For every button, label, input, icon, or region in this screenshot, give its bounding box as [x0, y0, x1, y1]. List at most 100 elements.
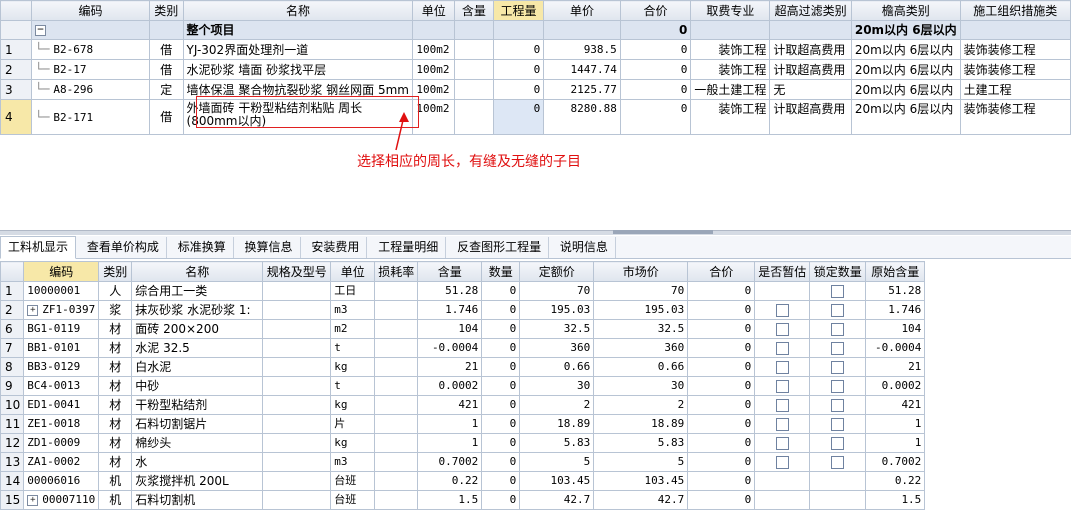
- resource-content[interactable]: 0.22: [417, 471, 483, 491]
- header-eave-category[interactable]: 檐高类别: [850, 0, 961, 21]
- checkbox[interactable]: [831, 380, 845, 393]
- resource-code[interactable]: ED1-0041: [23, 395, 100, 415]
- resource-content[interactable]: 51.28: [417, 281, 483, 301]
- panel-splitter[interactable]: [0, 230, 1071, 235]
- resource-category[interactable]: 材: [98, 395, 133, 415]
- resource-spec[interactable]: [262, 376, 332, 396]
- resource-loss[interactable]: [374, 319, 419, 339]
- tab-install-fee[interactable]: 安装费用: [304, 237, 368, 258]
- quota-category[interactable]: 借: [149, 59, 184, 80]
- expand-icon[interactable]: +: [27, 494, 39, 506]
- quota-code[interactable]: └─ A8-296: [31, 79, 150, 100]
- resource-loss[interactable]: [374, 357, 419, 377]
- lock-cell[interactable]: [809, 338, 867, 358]
- resource-name[interactable]: 棉纱头: [131, 433, 264, 453]
- resource-market-price[interactable]: 70: [593, 281, 689, 301]
- header-total[interactable]: 合价: [687, 261, 756, 282]
- resource-loss[interactable]: [374, 300, 419, 320]
- tab-material-display[interactable]: 工料机显示: [0, 236, 77, 259]
- resource-quantity[interactable]: 0: [481, 433, 521, 453]
- resource-spec[interactable]: [262, 319, 332, 339]
- quota-filter[interactable]: 计取超高费用: [769, 59, 852, 80]
- resource-content[interactable]: 1: [417, 433, 483, 453]
- resource-quantity[interactable]: 0: [481, 357, 521, 377]
- lock-cell[interactable]: [809, 281, 867, 301]
- estimate-cell[interactable]: [754, 281, 811, 301]
- resource-row[interactable]: 7 BB1-0101 材 水泥 32.5 t -0.0004 0 360 360…: [0, 338, 926, 358]
- resource-content[interactable]: 104: [417, 319, 483, 339]
- resource-code[interactable]: BB1-0101: [23, 338, 100, 358]
- quota-name[interactable]: YJ-302界面处理剂一道: [182, 39, 414, 60]
- resource-quantity[interactable]: 0: [481, 452, 521, 472]
- resource-category[interactable]: 机: [98, 490, 133, 510]
- header-market-price[interactable]: 市场价: [593, 261, 689, 282]
- resource-row[interactable]: 12 ZD1-0009 材 棉纱头 kg 1 0 5.83 5.83 0 1: [0, 433, 926, 453]
- resource-content[interactable]: 421: [417, 395, 483, 415]
- resource-code[interactable]: BG1-0119: [23, 319, 100, 339]
- checkbox[interactable]: [831, 437, 845, 450]
- header-rownum[interactable]: [0, 0, 33, 21]
- quota-content[interactable]: [454, 99, 494, 135]
- checkbox[interactable]: [831, 285, 845, 298]
- quota-row[interactable]: 3 └─ A8-296 定 墙体保温 聚合物抗裂砂浆 钢丝网面 5mm 100m…: [0, 79, 1071, 100]
- quota-category[interactable]: 定: [149, 79, 184, 100]
- estimate-cell[interactable]: [754, 490, 811, 510]
- estimate-cell[interactable]: [754, 414, 811, 434]
- resource-content[interactable]: -0.0004: [417, 338, 483, 358]
- quota-unit[interactable]: 100m2: [412, 59, 456, 80]
- checkbox[interactable]: [831, 304, 845, 317]
- lock-cell[interactable]: [809, 490, 867, 510]
- lock-cell[interactable]: [809, 471, 867, 491]
- resource-spec[interactable]: [262, 490, 332, 510]
- resource-quantity[interactable]: 0: [481, 300, 521, 320]
- quota-row[interactable]: 1 └─ B2-678 借 YJ-302界面处理剂一道 100m2 0 938.…: [0, 39, 1071, 60]
- estimate-cell[interactable]: [754, 471, 811, 491]
- header-rownum[interactable]: [0, 261, 25, 282]
- resource-market-price[interactable]: 5: [593, 452, 689, 472]
- quota-org[interactable]: 装饰装修工程: [959, 99, 1071, 135]
- splitter-handle[interactable]: [613, 230, 713, 234]
- lock-cell[interactable]: [809, 376, 867, 396]
- resource-category[interactable]: 材: [98, 319, 133, 339]
- header-quantity[interactable]: 数量: [481, 261, 521, 282]
- quota-content[interactable]: [454, 39, 494, 60]
- resource-content[interactable]: 21: [417, 357, 483, 377]
- header-total-price[interactable]: 合价: [619, 0, 692, 21]
- tab-conversion-info[interactable]: 换算信息: [238, 237, 301, 258]
- resource-spec[interactable]: [262, 395, 332, 415]
- resource-name[interactable]: 面砖 200×200: [131, 319, 264, 339]
- estimate-cell[interactable]: [754, 357, 811, 377]
- quota-content[interactable]: [454, 59, 494, 80]
- checkbox[interactable]: [831, 323, 845, 336]
- resource-loss[interactable]: [374, 433, 419, 453]
- resource-loss[interactable]: [374, 338, 419, 358]
- resource-market-price[interactable]: 42.7: [593, 490, 689, 510]
- lock-cell[interactable]: [809, 319, 867, 339]
- resource-market-price[interactable]: 360: [593, 338, 689, 358]
- quota-eave[interactable]: 20m以内 6层以内: [850, 39, 961, 60]
- resource-market-price[interactable]: 18.89: [593, 414, 689, 434]
- resource-name[interactable]: 白水泥: [131, 357, 264, 377]
- header-name[interactable]: 名称: [182, 0, 414, 21]
- quota-unit-price[interactable]: 8280.88: [543, 99, 621, 135]
- quota-quantity[interactable]: 0: [492, 59, 545, 80]
- resource-spec[interactable]: [262, 433, 332, 453]
- quota-filter[interactable]: 计取超高费用: [769, 99, 852, 135]
- resource-code[interactable]: + ZF1-0397: [23, 300, 100, 320]
- resource-content[interactable]: 1: [417, 414, 483, 434]
- estimate-cell[interactable]: [754, 452, 811, 472]
- checkbox[interactable]: [775, 323, 789, 336]
- header-code[interactable]: 编码: [23, 261, 100, 282]
- resource-row[interactable]: 13 ZA1-0002 材 水 m3 0.7002 0 5 5 0 0.7002: [0, 452, 926, 472]
- expand-icon[interactable]: +: [27, 304, 39, 316]
- quota-code[interactable]: └─ B2-171: [31, 99, 150, 135]
- checkbox[interactable]: [775, 399, 789, 412]
- header-unit-price[interactable]: 单价: [543, 0, 621, 21]
- quota-eave[interactable]: 20m以内 6层以内: [850, 59, 961, 80]
- resource-row[interactable]: 1 10000001 人 综合用工一类 工日 51.28 0 70 70 0 5…: [0, 281, 926, 301]
- resource-spec[interactable]: [262, 357, 332, 377]
- resource-unit[interactable]: t: [330, 376, 376, 396]
- resource-loss[interactable]: [374, 414, 419, 434]
- resource-unit[interactable]: m3: [330, 300, 376, 320]
- resource-quantity[interactable]: 0: [481, 319, 521, 339]
